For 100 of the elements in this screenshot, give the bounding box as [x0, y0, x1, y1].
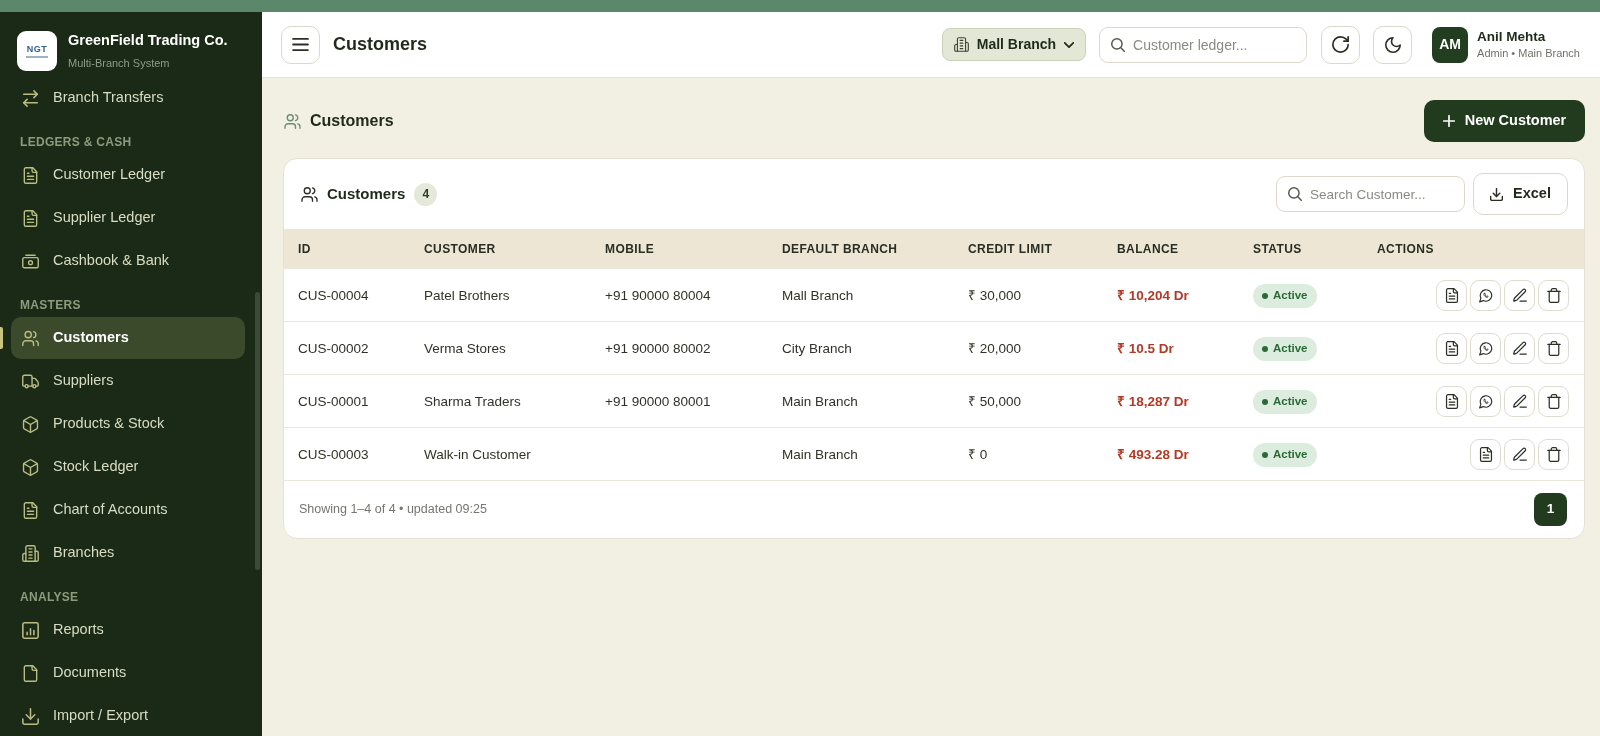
column-header: STATUS [1252, 240, 1303, 258]
menu-icon [292, 38, 309, 51]
pencil-icon [1512, 393, 1527, 409]
refresh-button[interactable] [1321, 25, 1361, 64]
chat-bubble-icon [1478, 393, 1493, 409]
table-cell: Main Branch [782, 447, 858, 462]
pencil-icon [1512, 446, 1527, 462]
message-button[interactable] [1470, 279, 1501, 311]
document-icon [22, 209, 39, 227]
column-header: MOBILE [604, 240, 656, 258]
search-field[interactable]: Search Customer... [1276, 176, 1465, 212]
sidebar-item[interactable]: Branches [11, 532, 245, 574]
column-header: DEFAULT BRANCH [781, 240, 899, 258]
edit-button[interactable] [1504, 438, 1535, 470]
statement-button[interactable] [1470, 438, 1501, 470]
table-cell: Sharma Traders [424, 394, 521, 409]
document-icon [22, 166, 39, 184]
section-heading: ANALYSE [19, 589, 80, 606]
statement-button[interactable] [1436, 332, 1467, 364]
sidebar-item[interactable]: Chart of Accounts [11, 489, 245, 531]
pencil-icon [1512, 340, 1527, 356]
delete-button[interactable] [1538, 385, 1569, 417]
table-cell: +91 90000 80004 [605, 288, 711, 303]
document-icon [1478, 446, 1493, 462]
users-icon [284, 113, 301, 129]
status-text: Active [1273, 341, 1308, 357]
table-cell: ₹ 30,000 [968, 288, 1022, 303]
count-badge: 4 [414, 182, 438, 206]
sidebar-item[interactable]: Suppliers [11, 360, 245, 402]
sidebar-item[interactable]: Cashbook & Bank [11, 240, 245, 282]
table-cell: ₹ 18,287 Dr [1117, 394, 1189, 409]
table-summary: Showing 1–4 of 4 • updated 09:25 [299, 501, 487, 519]
column-header: BALANCE [1116, 240, 1180, 258]
users-icon [301, 186, 318, 202]
pencil-icon [1512, 287, 1527, 303]
sidebar-item[interactable]: Customers [11, 317, 245, 359]
status-text: Active [1273, 394, 1308, 410]
status-text: Active [1273, 447, 1308, 463]
new-customer-button[interactable]: New Customer [1424, 100, 1585, 142]
theme-toggle-button[interactable] [1373, 25, 1413, 64]
menu-button[interactable] [281, 25, 320, 64]
excel-export-button[interactable]: Excel [1473, 173, 1568, 215]
document-icon [1444, 393, 1459, 409]
table-cell: ₹ 0 [968, 447, 988, 462]
refresh-icon [1332, 36, 1350, 53]
users-icon [22, 329, 39, 347]
brand-tagline: Multi-Branch System [68, 56, 171, 70]
statement-button[interactable] [1436, 385, 1467, 417]
table-cell: CUS-00003 [298, 447, 369, 462]
delete-button[interactable] [1538, 438, 1569, 470]
search-field[interactable]: Customer ledger... [1099, 26, 1308, 63]
arrows-icon [22, 89, 39, 107]
plus-icon [1442, 115, 1455, 127]
table-cell: CUS-00002 [298, 341, 369, 356]
status-dot-icon [1262, 293, 1268, 299]
header-title: Customers [333, 33, 428, 56]
sidebar-item[interactable]: Reports [11, 609, 245, 651]
scrollbar-thumb[interactable] [255, 292, 260, 570]
table-cell: CUS-00004 [298, 288, 369, 303]
table-cell: Patel Brothers [424, 288, 510, 303]
cube-icon [22, 415, 39, 433]
edit-button[interactable] [1504, 279, 1535, 311]
table-cell: ₹ 20,000 [968, 341, 1022, 356]
delete-button[interactable] [1538, 279, 1569, 311]
sidebar-item[interactable]: Products & Stock [11, 403, 245, 445]
document-icon [22, 501, 39, 519]
sidebar-item[interactable]: Branch Transfers [11, 77, 245, 119]
sidebar-item[interactable]: Supplier Ledger [11, 197, 245, 239]
section-heading: MASTERS [19, 297, 82, 314]
trash-icon [1546, 340, 1561, 356]
sidebar-item[interactable]: Stock Ledger [11, 446, 245, 488]
search-icon [1288, 187, 1302, 201]
sidebar-item[interactable]: Import / Export [11, 695, 245, 736]
trash-icon [1546, 446, 1561, 462]
table-cell: Main Branch [782, 394, 858, 409]
message-button[interactable] [1470, 332, 1501, 364]
moon-icon [1384, 36, 1401, 53]
chevron-down-icon [1064, 41, 1075, 48]
section-title: Customers [310, 111, 394, 131]
delete-button[interactable] [1538, 332, 1569, 364]
sidebar-item[interactable]: Documents [11, 652, 245, 694]
message-button[interactable] [1470, 385, 1501, 417]
building-icon [22, 544, 39, 562]
document-icon [1444, 340, 1459, 356]
table-cell: City Branch [782, 341, 852, 356]
user-name: Anil Mehta [1477, 29, 1547, 45]
branch-selector[interactable]: Mall Branch [941, 28, 1087, 61]
download-icon [1490, 187, 1504, 201]
table-cell: Mall Branch [782, 288, 854, 303]
column-header: ID [297, 240, 312, 258]
status-dot-icon [1262, 452, 1268, 458]
page-button[interactable]: 1 [1534, 493, 1567, 526]
edit-button[interactable] [1504, 385, 1535, 417]
sidebar-item[interactable]: Customer Ledger [11, 154, 245, 196]
card-title: Customers [327, 183, 406, 204]
statement-button[interactable] [1436, 279, 1467, 311]
column-header: CUSTOMER [423, 240, 497, 258]
edit-button[interactable] [1504, 332, 1535, 364]
status-dot-icon [1262, 346, 1268, 352]
user-avatar: AM [1432, 26, 1469, 63]
